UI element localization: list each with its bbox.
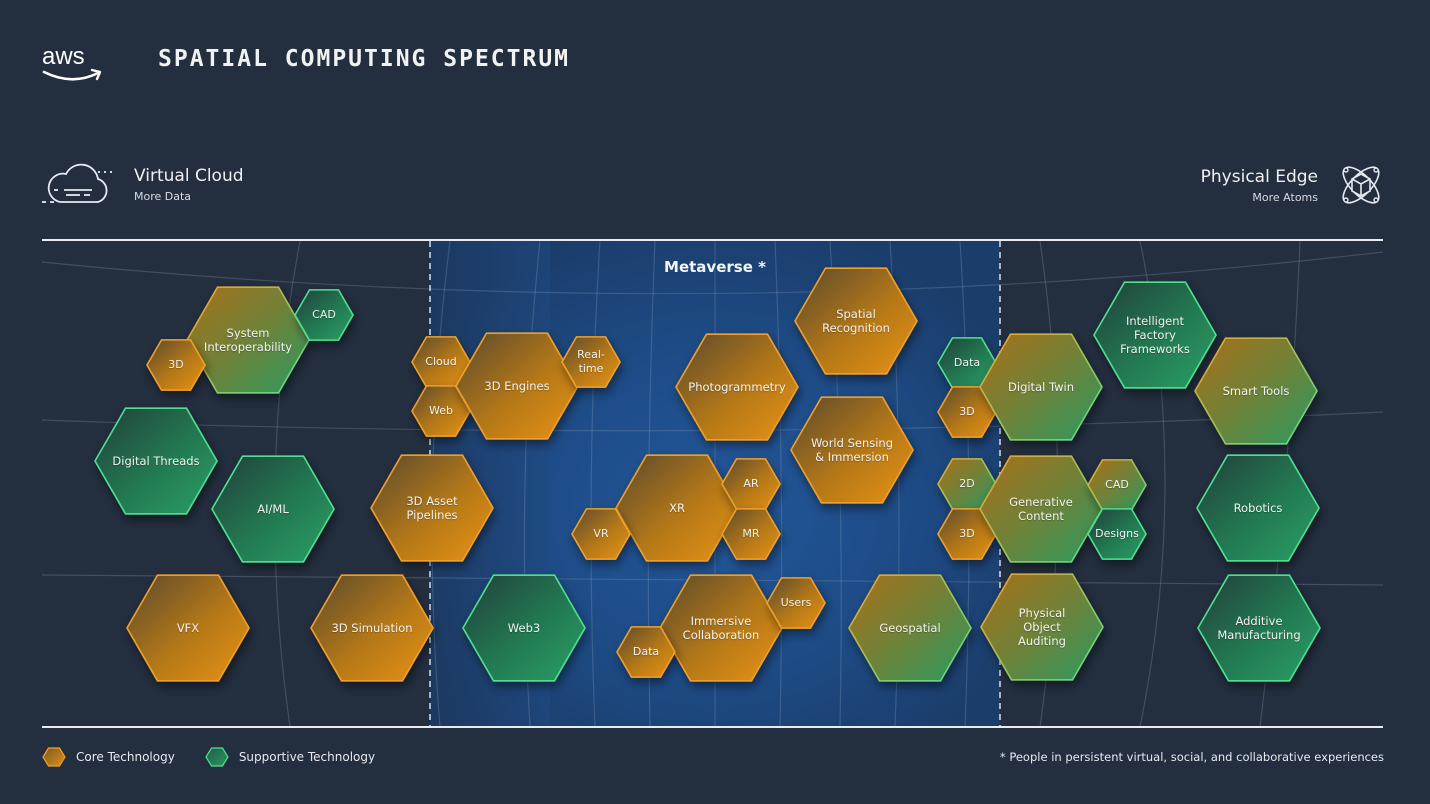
legend-core-label: Core Technology xyxy=(76,750,175,764)
hex-ai-ml xyxy=(211,455,335,563)
hex-intelligent-factory-frameworks xyxy=(1093,281,1217,389)
hex-digital-threads xyxy=(94,407,218,515)
hex-additive-manufacturing xyxy=(1197,574,1321,682)
spectrum-top-rule xyxy=(42,239,1383,241)
legend-support: Supportive Technology xyxy=(205,747,375,767)
hex-system-interoperability xyxy=(186,286,310,394)
spectrum-diagram xyxy=(41,240,1384,728)
core-hex-icon xyxy=(42,747,66,767)
footnote: * People in persistent virtual, social, … xyxy=(999,750,1384,764)
hex-vfx xyxy=(126,574,250,682)
hex-smart-tools xyxy=(1194,337,1318,445)
hex-robotics xyxy=(1196,454,1320,562)
legend: Core Technology Supportive Technology xyxy=(42,747,405,767)
spectrum-bottom-rule xyxy=(42,726,1383,728)
legend-support-label: Supportive Technology xyxy=(238,750,376,764)
support-hex-icon xyxy=(205,747,229,767)
legend-core: Core Technology xyxy=(42,747,175,767)
hex-3d-simulation xyxy=(310,574,434,682)
metaverse-label: Metaverse * xyxy=(664,258,766,276)
